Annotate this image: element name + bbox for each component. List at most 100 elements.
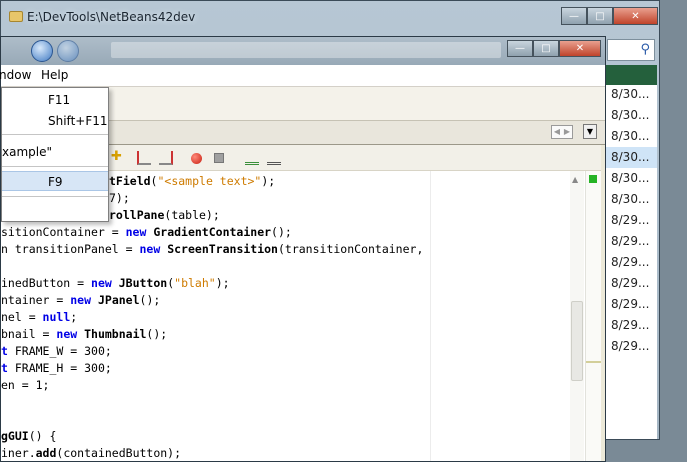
forward-button[interactable]	[57, 40, 79, 62]
code-class: rollPane	[109, 208, 165, 222]
menu-item-shortcut-f9[interactable]: F9	[2, 171, 108, 191]
shortcut-label: Shift+F11	[48, 114, 108, 128]
status-ok-icon	[589, 175, 597, 183]
shift-left-icon[interactable]	[137, 151, 151, 165]
code-keyword: new	[56, 327, 78, 341]
tab-scroll-buttons[interactable]: ◀ ▶	[551, 125, 573, 139]
uncomment-icon[interactable]	[267, 151, 281, 165]
record-macro-icon[interactable]	[191, 153, 202, 164]
list-item[interactable]: 8/29...	[606, 294, 657, 315]
code-line: inedButton = new JButton("blah");	[1, 275, 230, 292]
code-text: (table);	[164, 208, 220, 222]
list-item[interactable]: 8/29...	[606, 231, 657, 252]
bookmark-icon[interactable]: ✚	[111, 149, 125, 164]
tab-left-icon[interactable]: ◀	[552, 126, 562, 138]
scroll-up-icon[interactable]: ▲	[572, 175, 578, 184]
code-line: tField("<sample text>");	[109, 173, 275, 190]
list-item[interactable]: 8/30...	[606, 189, 657, 210]
menu-separator	[2, 166, 108, 167]
right-margin-line	[430, 171, 431, 461]
menu-help[interactable]: Help	[41, 68, 68, 82]
code-text: );	[215, 276, 230, 290]
code-text: en = 1;	[1, 378, 50, 392]
code-text: nel =	[1, 310, 43, 324]
code-line: t FRAME_H = 300;	[1, 360, 112, 377]
code-line: sitionContainer = new GradientContainer(…	[1, 224, 292, 241]
code-text: ();	[146, 327, 168, 341]
list-item[interactable]: 8/30...	[606, 126, 657, 147]
maximize-button[interactable]: □	[587, 7, 613, 25]
code-text: ;	[70, 310, 78, 324]
code-keyword: t	[1, 344, 8, 358]
code-class: gGUI	[1, 429, 29, 443]
maximize-button[interactable]: □	[533, 40, 559, 57]
menu-separator	[2, 196, 108, 197]
code-text: ntainer =	[1, 293, 71, 307]
code-string: "<sample text>"	[157, 174, 262, 188]
code-line: rollPane(table);	[109, 207, 220, 224]
list-item[interactable]: 8/30...	[606, 168, 657, 189]
code-class: JButton	[118, 276, 168, 290]
code-text: ();	[139, 293, 161, 307]
list-item[interactable]: 8/29...	[606, 273, 657, 294]
menu-separator	[2, 134, 108, 135]
editor-scrollbar[interactable]: ▲	[570, 171, 584, 461]
list-header	[606, 65, 657, 85]
code-text: (containedButton);	[56, 446, 182, 460]
list-item[interactable]: 8/30...	[606, 105, 657, 126]
menu-item-shortcut-shift-f11[interactable]: Shift+F11	[2, 111, 108, 131]
menu-item-recent[interactable]: xample"	[2, 142, 108, 162]
scrollbar-thumb[interactable]	[571, 301, 583, 381]
list-item[interactable]: 8/30...	[606, 147, 657, 168]
tab-right-icon[interactable]: ▶	[562, 126, 572, 138]
menu-window[interactable]: ndow	[0, 68, 31, 82]
code-text: );	[261, 174, 276, 188]
code-line: bnail = new Thumbnail();	[1, 326, 167, 343]
code-text: n transitionPanel =	[1, 242, 140, 256]
list-item[interactable]: 8/30...	[606, 84, 657, 105]
code-text: FRAME_W = 300;	[7, 344, 112, 358]
search-icon[interactable]: ⚲	[640, 42, 650, 57]
code-class: Thumbnail	[84, 327, 147, 341]
code-text: ();	[271, 225, 292, 239]
blurred-address	[111, 42, 501, 58]
code-text: bnail =	[1, 327, 57, 341]
list-item[interactable]: 8/29...	[606, 252, 657, 273]
netbeans-window: — □ ✕ ndow Help ◀ ▶ ▼ ✚ tField("<sample …	[0, 36, 606, 462]
window-menu-dropdown: F11 Shift+F11 xample" F9	[1, 87, 109, 222]
code-text: iner.	[1, 446, 36, 460]
search-box[interactable]: ⚲	[607, 39, 655, 61]
minimize-button[interactable]: —	[507, 40, 533, 57]
tab-list-dropdown[interactable]: ▼	[583, 124, 597, 139]
menu-item-shortcut-f11[interactable]: F11	[2, 90, 108, 110]
netbeans-title-bar: — □ ✕	[1, 37, 605, 65]
list-item[interactable]: 8/29...	[606, 336, 657, 357]
code-keyword: new	[91, 276, 112, 290]
stop-macro-icon[interactable]	[214, 153, 224, 163]
code-keyword: t	[1, 361, 8, 375]
code-line: gGUI() {	[1, 428, 56, 445]
shortcut-label: F9	[48, 175, 63, 189]
code-class: ScreenTransition	[167, 242, 278, 256]
close-button[interactable]: ✕	[613, 7, 658, 25]
minimize-button[interactable]: —	[561, 7, 587, 25]
occurrence-mark[interactable]	[586, 361, 601, 363]
code-string: "blah"	[174, 276, 216, 290]
code-text: () {	[28, 429, 57, 443]
shift-right-icon[interactable]	[159, 151, 173, 165]
list-item[interactable]: 8/29...	[606, 315, 657, 336]
back-button[interactable]	[31, 40, 53, 62]
code-keyword: new	[139, 242, 161, 256]
window-controls: — □ ✕	[507, 40, 601, 57]
code-class: JPanel	[97, 293, 140, 307]
code-line: en = 1;	[1, 377, 49, 394]
comment-icon[interactable]	[245, 151, 259, 165]
close-button[interactable]: ✕	[559, 40, 601, 57]
code-keyword: new	[125, 225, 147, 239]
list-item[interactable]: 8/29...	[606, 210, 657, 231]
code-class: add	[35, 446, 57, 460]
code-line: ntainer = new JPanel();	[1, 292, 160, 309]
code-text: 7);	[109, 191, 130, 205]
